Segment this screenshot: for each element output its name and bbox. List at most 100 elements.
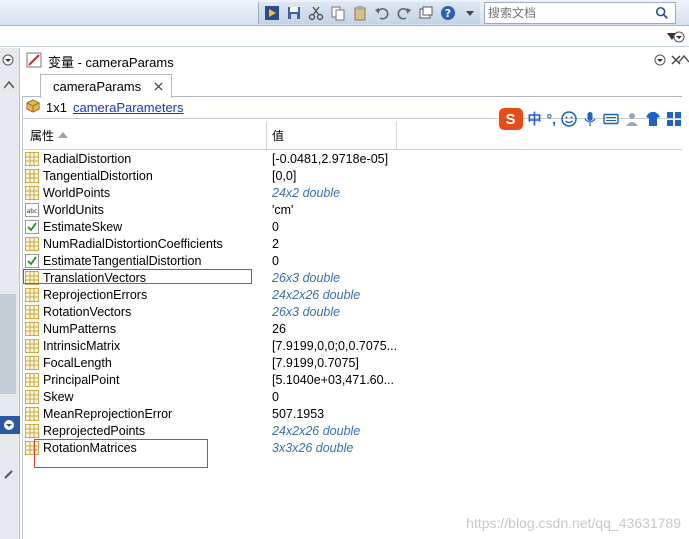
toolbar-icons: ? (258, 2, 480, 24)
property-cell[interactable]: EstimateSkew (22, 219, 267, 234)
run-icon[interactable] (263, 4, 281, 22)
property-cell[interactable]: EstimateTangentialDistortion (22, 253, 267, 268)
property-name: WorldUnits (43, 202, 104, 217)
matrix-icon (25, 355, 39, 370)
matrix-icon (25, 406, 39, 421)
property-name: ReprojectedPoints (43, 423, 146, 438)
table-row[interactable]: Skew 0 (22, 388, 682, 405)
class-link[interactable]: cameraParameters (73, 100, 184, 115)
property-cell[interactable]: ReprojectionErrors (22, 287, 267, 302)
matrix-icon (25, 338, 39, 353)
highlight-box-translationvectors (23, 269, 252, 284)
value-cell[interactable]: [7.9199,0,0;0,0.7075... (267, 339, 397, 353)
table-row[interactable]: EstimateSkew 0 (22, 218, 682, 235)
property-name: FocalLength (43, 355, 112, 370)
table-row[interactable]: FocalLength [7.9199,0.7075] (22, 354, 682, 371)
matrix-icon (25, 236, 39, 251)
property-cell[interactable]: PrincipalPoint (22, 372, 267, 387)
variable-editor-header: 变量 - cameraParams (22, 50, 682, 72)
paste-icon[interactable] (351, 4, 369, 22)
table-row[interactable]: TangentialDistortion [0,0] (22, 167, 682, 184)
table-row[interactable]: ReprojectionErrors 24x2x26 double (22, 286, 682, 303)
value-cell[interactable]: 'cm' (267, 203, 293, 217)
close-panel-icon[interactable] (670, 54, 682, 69)
char-icon: abc (25, 202, 39, 217)
property-cell[interactable]: NumRadialDistortionCoefficients (22, 236, 267, 251)
value-cell[interactable]: 2 (267, 237, 279, 251)
copy-icon[interactable] (329, 4, 347, 22)
property-name: EstimateTangentialDistortion (43, 253, 202, 268)
property-header-label: 属性 (30, 128, 55, 143)
redo-icon[interactable] (395, 4, 413, 22)
property-cell[interactable]: WorldPoints (22, 185, 267, 200)
more-icon[interactable] (461, 4, 479, 22)
value-cell[interactable]: 0 (267, 220, 279, 234)
tab-cameraparams[interactable]: cameraParams (40, 74, 173, 98)
sort-ascending-icon[interactable] (58, 132, 69, 138)
matrix-icon (25, 168, 39, 183)
value-cell[interactable]: 24x2 double (267, 186, 340, 200)
table-row[interactable]: ReprojectedPoints 24x2x26 double (22, 422, 682, 439)
left-panel-scroll-thumb[interactable] (0, 294, 16, 394)
value-cell[interactable]: 507.1953 (267, 407, 324, 421)
workspace-panel-header[interactable] (0, 416, 20, 434)
value-cell[interactable]: [7.9199,0.7075] (267, 356, 359, 370)
property-cell[interactable]: FocalLength (22, 355, 267, 370)
property-cell[interactable]: RadialDistortion (22, 151, 267, 166)
property-cell[interactable]: IntrinsicMatrix (22, 338, 267, 353)
variable-size: 1x1 (46, 100, 67, 115)
value-cell[interactable]: 3x3x26 double (267, 441, 353, 455)
property-column-header[interactable]: 属性 (22, 120, 267, 150)
edit-icon[interactable] (3, 468, 15, 483)
value-cell[interactable]: 24x2x26 double (267, 288, 360, 302)
property-cell[interactable]: NumPatterns (22, 321, 267, 336)
property-name: Skew (43, 389, 74, 404)
value-cell[interactable]: 26x3 double (267, 271, 340, 285)
current-folder-bar[interactable] (0, 27, 689, 47)
property-name: EstimateSkew (43, 219, 123, 234)
table-row[interactable]: IntrinsicMatrix [7.9199,0,0;0,0.7075... (22, 337, 682, 354)
property-cell[interactable]: Skew (22, 389, 267, 404)
property-cell[interactable]: abc WorldUnits (22, 202, 267, 217)
property-cell[interactable]: MeanReprojectionError (22, 406, 267, 421)
table-row[interactable]: PrincipalPoint [5.1040e+03,471.60... (22, 371, 682, 388)
save-icon[interactable] (285, 4, 303, 22)
table-row[interactable]: RotationVectors 26x3 double (22, 303, 682, 320)
property-cell[interactable]: TangentialDistortion (22, 168, 267, 183)
undo-icon[interactable] (373, 4, 391, 22)
value-column-header[interactable]: 值 (267, 120, 397, 150)
collapse-right-icon[interactable] (673, 31, 685, 46)
table-row[interactable]: WorldPoints 24x2 double (22, 184, 682, 201)
matrix-icon (25, 389, 39, 404)
panel-menu-icon[interactable] (2, 54, 14, 69)
table-row[interactable]: EstimateTangentialDistortion 0 (22, 252, 682, 269)
cut-icon[interactable] (307, 4, 325, 22)
matrix-icon (25, 372, 39, 387)
property-cell[interactable]: RotationVectors (22, 304, 267, 319)
property-name: RadialDistortion (43, 151, 132, 166)
value-cell[interactable]: 0 (267, 390, 279, 404)
left-panel-collapsed (0, 48, 20, 539)
search-icon[interactable] (653, 4, 671, 22)
value-cell[interactable]: 24x2x26 double (267, 424, 360, 438)
scroll-up-icon[interactable] (3, 78, 15, 92)
value-cell[interactable]: 26 (267, 322, 286, 336)
search-input[interactable] (485, 6, 653, 20)
value-cell[interactable]: 26x3 double (267, 305, 340, 319)
switch-windows-icon[interactable] (417, 4, 435, 22)
help-icon[interactable]: ? (439, 4, 457, 22)
table-row[interactable]: abc WorldUnits 'cm' (22, 201, 682, 218)
value-cell[interactable]: [-0.0481,2.9718e-05] (267, 152, 388, 166)
value-cell[interactable]: [0,0] (267, 169, 296, 183)
close-tab-icon[interactable] (151, 80, 165, 94)
table-row[interactable]: MeanReprojectionError 507.1953 (22, 405, 682, 422)
value-cell[interactable]: [5.1040e+03,471.60... (267, 373, 394, 387)
highlight-box-rotationmatrices (34, 439, 208, 468)
property-cell[interactable]: ReprojectedPoints (22, 423, 267, 438)
table-row[interactable]: NumPatterns 26 (22, 320, 682, 337)
panel-options-icon[interactable] (654, 54, 666, 69)
table-row[interactable]: NumRadialDistortionCoefficients 2 (22, 235, 682, 252)
table-row[interactable]: RadialDistortion [-0.0481,2.9718e-05] (22, 150, 682, 167)
value-cell[interactable]: 0 (267, 254, 279, 268)
variable-editor-icon (26, 52, 42, 71)
